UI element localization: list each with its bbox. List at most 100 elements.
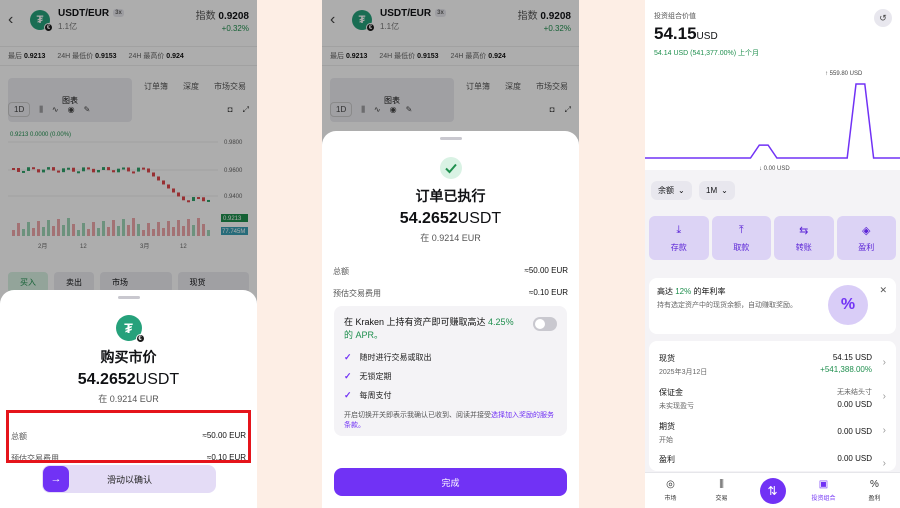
nav-label: 交易 — [715, 496, 728, 502]
balance-row-futures[interactable]: 期货 开始 0.00 USD › — [659, 421, 886, 445]
balances-card: 现货 2025年3月12日 54.15 USD +541,388.00% › 保证… — [649, 341, 896, 471]
sheet-title: 订单已执行 — [415, 188, 486, 204]
portfolio-chart[interactable]: ↑ 559.80 USD ↓ 0.00 USD — [645, 64, 900, 176]
nav-markets[interactable]: ◎ 市场 — [645, 479, 696, 502]
chevron-right-icon: › — [882, 391, 886, 402]
balance-filter[interactable]: 余额 ⌄ — [651, 181, 692, 200]
order-executed-screen: ‹ ₮ € USDT/EUR 3x 1.1亿 指数 0.9208 +0.32% 最后… — [322, 0, 579, 508]
amount: 54.2652USDT — [322, 210, 579, 228]
balance-change: +541,388.00% — [820, 365, 872, 374]
deposit-label: 存款 — [670, 242, 687, 252]
close-icon[interactable]: ✕ — [879, 285, 887, 296]
transfer-label: 转账 — [795, 242, 812, 252]
balance-sub: 开始 — [659, 437, 673, 444]
nav-portfolio[interactable]: ▣ 投资组合 — [798, 479, 849, 502]
upload-icon: ⤒ — [738, 223, 744, 236]
terms-prefix: 开启切换开关即表示我确认已收到、阅读并接受 — [344, 412, 491, 419]
coins-icon: ◎ — [666, 479, 675, 490]
check-icon: ✓ — [344, 390, 352, 400]
balance-row-spot[interactable]: 现货 2025年3月12日 54.15 USD +541,388.00% › — [659, 353, 886, 377]
portfolio-value-block: 投资组合价值 54.15USD 54.14 USD (541,377.00%) … — [654, 11, 759, 58]
check-icon: ✓ — [344, 371, 352, 381]
wallet-icon: ▣ — [818, 479, 829, 490]
terms-text: 开启切换开关即表示我确认已收到、阅读并接受选择加入奖励的服务条款。 — [344, 411, 557, 431]
earn-icon: ◈ — [862, 224, 871, 237]
earn-button[interactable]: ◈ 盈利 — [836, 216, 896, 260]
balance-value: 无未结头寸 — [837, 389, 872, 396]
percent-illustration: % — [828, 285, 868, 325]
amount-currency: USDT — [135, 371, 180, 388]
total-value: ≈50.00 EUR — [524, 266, 568, 275]
sheet-title: 购买市价 — [100, 349, 157, 365]
chart-high-label: ↑ 559.80 USD — [825, 71, 863, 77]
benefit-item: ✓ 无锁定期 — [344, 371, 557, 382]
rate-text: 在 0.9214 EUR — [420, 233, 481, 243]
portfolio-line — [645, 83, 900, 159]
promo-prefix: 高达 — [657, 287, 673, 296]
chevron-right-icon: › — [882, 357, 886, 368]
promo-card[interactable]: 高达 12% 的年利率 持有选定资产中的现货余额，自动赚取奖励。 % ✕ — [649, 278, 896, 334]
executed-sheet: 订单已执行 54.2652USDT 在 0.9214 EUR 总额 ≈50.00 … — [322, 131, 579, 508]
balance-row-earn[interactable]: 盈利 0.00 USD › — [659, 454, 886, 469]
balance-row-margin[interactable]: 保证金 未实现盈亏 无未结头寸 0.00 USD › — [659, 387, 886, 411]
amount: 54.2652USDT — [0, 371, 257, 389]
nav-earn[interactable]: % 盈利 — [849, 479, 900, 502]
nav-label: 盈利 — [868, 496, 881, 502]
action-buttons: ⤓ 存款 ⤒ 取款 ⇆ 转账 ◈ 盈利 — [649, 216, 896, 260]
period-filter[interactable]: 1M ⌄ — [699, 181, 735, 200]
rate-text: 在 0.9214 EUR — [98, 394, 159, 404]
balance-value: 0.00 USD — [837, 427, 872, 436]
promo-desc: 持有选定资产中的现货余额，自动赚取奖励。 — [657, 302, 797, 309]
check-icon: ✓ — [344, 352, 352, 362]
swap-icon: ⇆ — [799, 224, 809, 237]
usdt-coin-icon: ₮ € — [115, 315, 145, 343]
fee-row: 预估交易费用 ≈0.10 EUR — [322, 288, 579, 299]
benefit-text: 无锁定期 — [359, 372, 392, 381]
nav-label: 投资组合 — [811, 496, 836, 502]
purchase-screen: ‹ ₮ € USDT/EUR 3x 1.1亿 指数 0.9208 +0.32% 最后… — [0, 0, 257, 508]
amount-value: 54.2652 — [77, 371, 136, 388]
benefit-item: ✓ 每周支付 — [344, 390, 557, 401]
benefit-text: 每周支付 — [359, 391, 392, 400]
download-icon: ⤓ — [676, 223, 682, 236]
highlight-box — [6, 410, 251, 463]
percent-icon: % — [870, 479, 879, 490]
portfolio-screen: 投资组合价值 54.15USD 54.14 USD (541,377.00%) … — [645, 0, 900, 508]
total-label: 总额 — [333, 267, 349, 276]
chevron-down-icon: ⌄ — [678, 186, 685, 195]
fee-value: ≈0.10 EUR — [528, 288, 568, 297]
rewards-toggle[interactable] — [533, 317, 557, 331]
slide-label: 滑动以确认 — [106, 474, 152, 485]
balance-value: 54.15 USD — [832, 353, 872, 362]
balance-filter-label: 余额 — [658, 186, 674, 195]
sheet-handle[interactable] — [439, 137, 462, 140]
check-circle-icon — [439, 156, 463, 180]
chart-low-label: ↓ 0.00 USD — [759, 166, 790, 172]
nav-label: 市场 — [664, 496, 677, 502]
nav-center[interactable]: ⇅ — [747, 477, 798, 504]
portfolio-change: 54.14 USD (541,377.00%) 上个月 — [654, 50, 760, 57]
earn-label: 盈利 — [858, 242, 875, 252]
purchase-sheet: ₮ € 购买市价 54.2652USDT 在 0.9214 EUR 总额 ≈50.0… — [0, 290, 257, 508]
history-icon[interactable]: ↺ — [874, 9, 892, 27]
portfolio-value: 54.15 — [654, 24, 697, 43]
chevron-right-icon: › — [882, 458, 886, 469]
transfer-button[interactable]: ⇆ 转账 — [774, 216, 834, 260]
fee-label: 预估交易费用 — [333, 289, 381, 298]
total-row: 总额 ≈50.00 EUR — [322, 266, 579, 277]
candles-icon: ⫼ — [719, 479, 724, 490]
nav-trade[interactable]: ⫼ 交易 — [696, 479, 747, 502]
portfolio-label: 投资组合价值 — [654, 13, 696, 20]
withdraw-button[interactable]: ⤒ 取款 — [711, 216, 771, 260]
benefit-text: 随时进行交易或取出 — [359, 353, 432, 362]
swap-icon: ⇅ — [759, 477, 786, 504]
amount-value: 54.2652 — [399, 210, 458, 227]
deposit-button[interactable]: ⤓ 存款 — [649, 216, 709, 260]
apr-text: 在 Kraken 上持有资产即可赚取高达 — [344, 317, 486, 327]
balance-value: 0.00 USD — [837, 454, 872, 463]
bottom-nav: ◎ 市场 ⫼ 交易 ⇅ ▣ 投资组合 % 盈利 — [645, 472, 900, 508]
arrow-right-icon[interactable]: → — [43, 466, 69, 492]
slide-to-confirm[interactable]: → 滑动以确认 — [42, 465, 216, 493]
sheet-handle[interactable] — [117, 296, 140, 299]
done-button[interactable]: 完成 — [334, 468, 567, 496]
